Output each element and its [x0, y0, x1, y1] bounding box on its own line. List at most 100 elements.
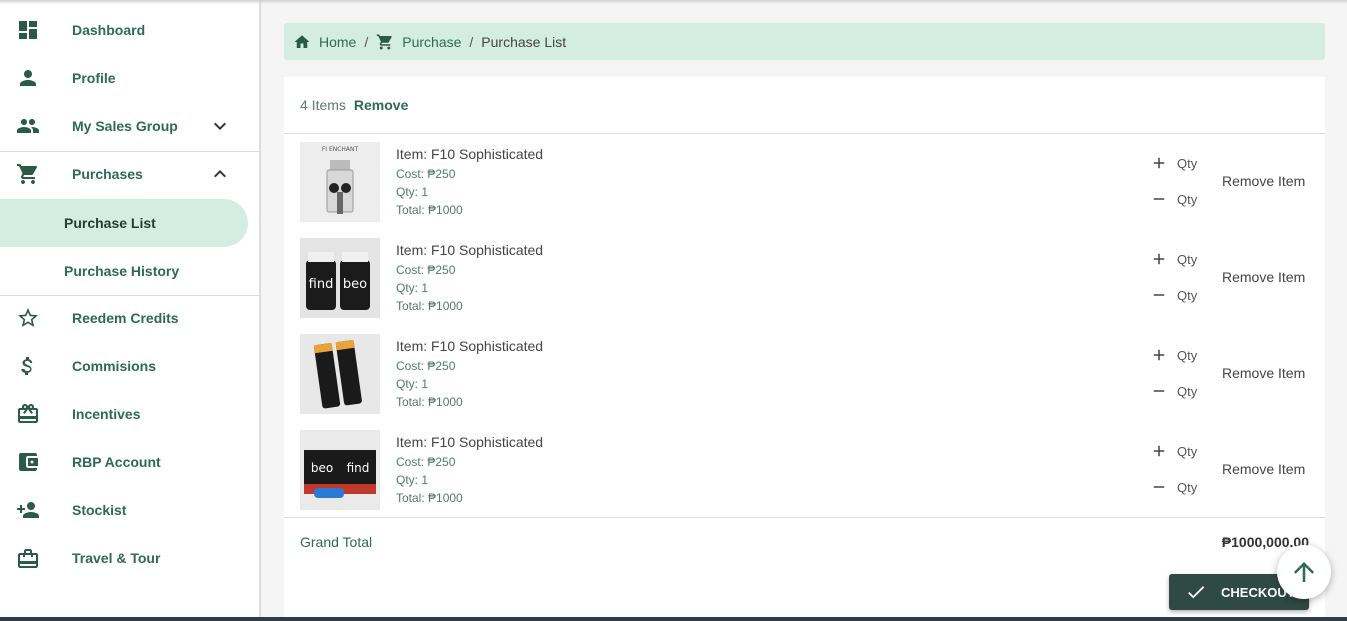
sidebar-subitem-label: Purchase History	[64, 263, 180, 279]
sidebar-item-label: Profile	[72, 70, 116, 86]
group-icon	[16, 114, 40, 138]
plus-icon	[1150, 250, 1177, 268]
sidebar-item-label: Incentives	[72, 406, 141, 422]
svg-text:find: find	[347, 461, 370, 475]
decrease-qty-button[interactable]: Qty	[1150, 187, 1197, 211]
increase-qty-button[interactable]: Qty	[1150, 343, 1197, 367]
item-name: Item: F10 Sophisticated	[396, 242, 544, 258]
qty-label: Qty	[1177, 155, 1198, 171]
decrease-qty-button[interactable]: Qty	[1150, 475, 1197, 499]
dashboard-icon	[16, 18, 40, 42]
remove-all-button[interactable]: Remove	[354, 97, 408, 113]
qty-label: Qty	[1177, 383, 1198, 399]
svg-text:beo: beo	[343, 277, 367, 292]
increase-qty-button[interactable]: Qty	[1150, 151, 1197, 175]
sidebar-item-label: Purchases	[72, 166, 143, 182]
sidebar-item-profile[interactable]: Profile	[0, 54, 259, 102]
item-cost: Cost: ₱250	[396, 167, 456, 181]
top-shadow	[0, 0, 1347, 4]
qty-label: Qty	[1177, 191, 1198, 207]
cart-card: 4 Items Remove FI ENCHANT Item: F10 Soph…	[284, 77, 1325, 621]
minus-icon	[1150, 478, 1177, 496]
decrease-qty-button[interactable]: Qty	[1150, 283, 1197, 307]
qty-label: Qty	[1177, 347, 1198, 363]
breadcrumb-purchase-label: Purchase	[402, 33, 462, 50]
grand-total-label: Grand Total	[300, 534, 373, 550]
item-name: Item: F10 Sophisticated	[396, 434, 544, 450]
remove-item-button[interactable]: Remove Item	[1222, 269, 1305, 285]
sidebar-item-label: Stockist	[72, 502, 127, 518]
sidebar-item-incentives[interactable]: Incentives	[0, 390, 259, 438]
gift-card-icon	[16, 402, 40, 426]
minus-icon	[1150, 190, 1177, 208]
plus-icon	[1150, 442, 1177, 460]
sidebar-item-label: Reedem Credits	[72, 310, 179, 326]
wallet-icon	[16, 450, 40, 474]
sidebar-item-stockist[interactable]: Stockist	[0, 486, 259, 534]
breadcrumb-current: Purchase List	[481, 33, 567, 50]
cart-item-row: beo find Item: F10 Sophisticated Cost: ₱…	[284, 422, 1325, 518]
item-qty: Qty: 1	[396, 185, 429, 199]
cart-icon	[16, 162, 40, 186]
sidebar-item-label: My Sales Group	[72, 118, 178, 134]
qty-label: Qty	[1177, 251, 1198, 267]
item-name: Item: F10 Sophisticated	[396, 338, 544, 354]
sidebar: Dashboard Profile My Sales Group Purchas…	[0, 0, 261, 621]
remove-item-button[interactable]: Remove Item	[1222, 173, 1305, 189]
cart-header: 4 Items Remove	[284, 77, 1325, 134]
item-name: Item: F10 Sophisticated	[396, 146, 544, 162]
item-info: Item: F10 Sophisticated Cost: ₱250 Qty: …	[396, 434, 543, 507]
item-qty: Qty: 1	[396, 377, 429, 391]
item-info: Item: F10 Sophisticated Cost: ₱250 Qty: …	[396, 242, 543, 315]
chevron-down-icon	[208, 114, 232, 138]
product-image: find beo	[300, 238, 380, 318]
grand-total-row: Grand Total ₱1000,000.00	[284, 517, 1325, 565]
breadcrumb-purchase[interactable]: Purchase	[376, 33, 461, 51]
briefcase-icon	[16, 546, 40, 570]
item-info: Item: F10 Sophisticated Cost: ₱250 Qty: …	[396, 146, 543, 219]
svg-text:find: find	[309, 277, 334, 292]
sidebar-item-label: RBP Account	[72, 454, 161, 470]
sidebar-item-travel-tour[interactable]: Travel & Tour	[0, 534, 259, 582]
decrease-qty-button[interactable]: Qty	[1150, 379, 1197, 403]
sidebar-item-dashboard[interactable]: Dashboard	[0, 6, 259, 54]
sidebar-subitem-label: Purchase List	[64, 215, 156, 231]
breadcrumb-separator: /	[364, 33, 369, 50]
sidebar-item-rbp-account[interactable]: RBP Account	[0, 438, 259, 486]
sidebar-item-purchases[interactable]: Purchases	[0, 150, 259, 198]
check-icon	[1185, 581, 1221, 603]
item-total: Total: ₱1000	[396, 395, 463, 409]
item-cost: Cost: ₱250	[396, 263, 456, 277]
cart-item-row: Item: F10 Sophisticated Cost: ₱250 Qty: …	[284, 326, 1325, 422]
sidebar-subitem-purchase-list[interactable]: Purchase List	[0, 199, 248, 247]
bottom-bar	[0, 617, 1347, 621]
scroll-top-button[interactable]	[1277, 545, 1331, 599]
minus-icon	[1150, 286, 1177, 304]
qty-label: Qty	[1177, 479, 1198, 495]
chevron-up-icon	[208, 162, 232, 186]
arrow-up-icon	[1289, 557, 1319, 587]
item-qty: Qty: 1	[396, 473, 429, 487]
item-qty: Qty: 1	[396, 281, 429, 295]
sidebar-item-label: Dashboard	[72, 22, 146, 38]
product-image: beo find	[300, 430, 380, 510]
remove-item-button[interactable]: Remove Item	[1222, 365, 1305, 381]
sidebar-item-commisions[interactable]: Commisions	[0, 342, 259, 390]
person-icon	[16, 66, 40, 90]
product-image: FI ENCHANT	[300, 142, 380, 222]
sidebar-item-label: Commisions	[72, 358, 157, 374]
item-total: Total: ₱1000	[396, 491, 463, 505]
increase-qty-button[interactable]: Qty	[1150, 439, 1197, 463]
dollar-icon	[16, 354, 40, 378]
sidebar-item-reedem-credits[interactable]: Reedem Credits	[0, 294, 259, 342]
breadcrumb: Home / Purchase / Purchase List	[284, 23, 1325, 60]
breadcrumb-home[interactable]: Home	[293, 33, 356, 51]
sidebar-item-my-sales-group[interactable]: My Sales Group	[0, 102, 259, 150]
sidebar-subitem-purchase-history[interactable]: Purchase History	[0, 247, 259, 295]
cart-item-row: find beo Item: F10 Sophisticated Cost: ₱…	[284, 230, 1325, 326]
increase-qty-button[interactable]: Qty	[1150, 247, 1197, 271]
plus-icon	[1150, 154, 1177, 172]
remove-item-button[interactable]: Remove Item	[1222, 461, 1305, 477]
item-count: 4 Items	[300, 97, 346, 113]
home-icon	[293, 33, 311, 51]
